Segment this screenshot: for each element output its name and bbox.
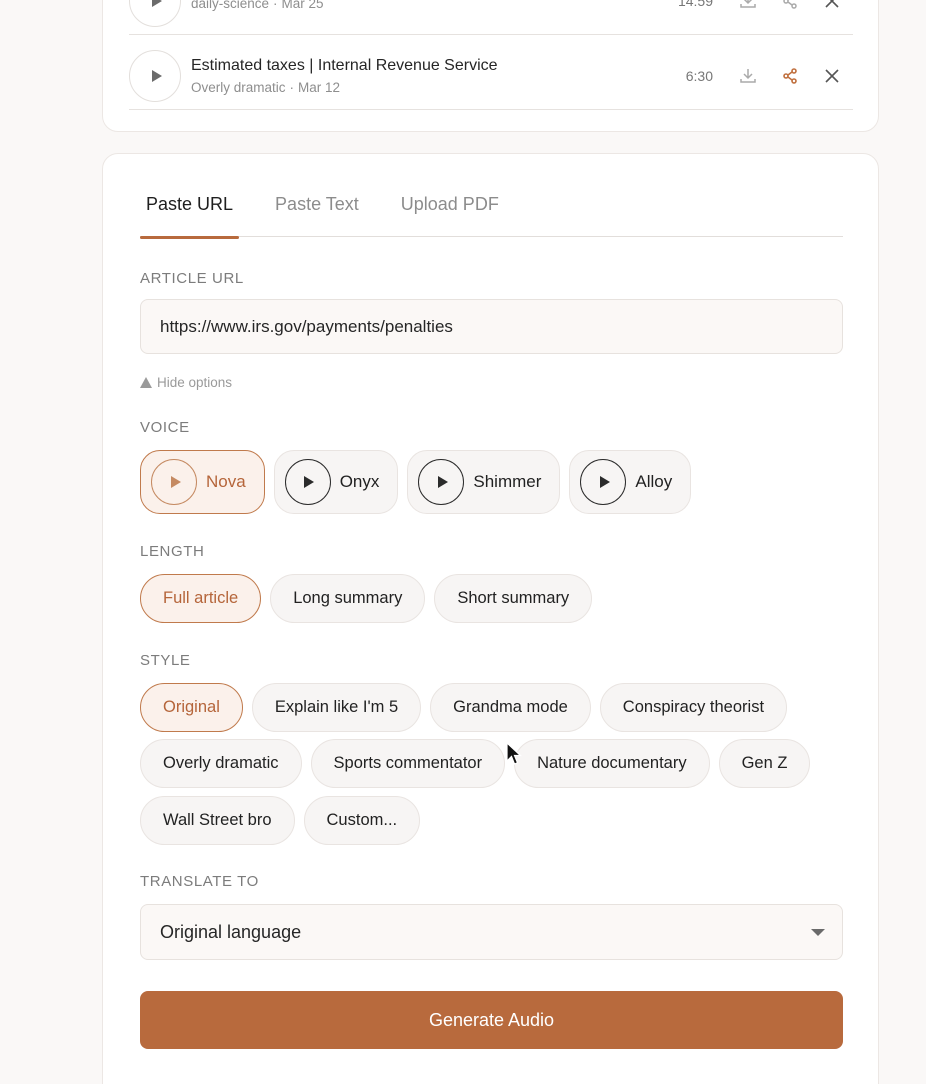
episode-title: Estimated taxes | Internal Revenue Servi… xyxy=(191,56,498,74)
article-url-input[interactable]: https://www.irs.gov/payments/penalties xyxy=(140,299,843,354)
style-label: STYLE xyxy=(140,652,191,669)
voice-name: Alloy xyxy=(635,472,673,491)
play-icon[interactable] xyxy=(580,459,627,505)
article-url-label: ARTICLE URL xyxy=(140,270,244,287)
voice-option-alloy[interactable]: Alloy xyxy=(569,450,692,514)
episode-date: Mar 25 xyxy=(281,0,324,11)
play-icon[interactable] xyxy=(151,459,197,505)
length-option-short-summary[interactable]: Short summary xyxy=(434,574,593,623)
voice-label: VOICE xyxy=(140,419,190,436)
episode-meta: daily-science · Mar 25 xyxy=(191,0,673,11)
style-option-conspiracy-theorist[interactable]: Conspiracy theorist xyxy=(599,683,788,732)
translate-label: TRANSLATE TO xyxy=(140,873,259,890)
episode-play-button[interactable] xyxy=(129,0,181,27)
voice-option-nova[interactable]: Nova xyxy=(140,450,265,514)
mouse-cursor-icon xyxy=(506,742,522,765)
tab-paste-url[interactable]: Paste URL xyxy=(140,182,240,239)
share-icon[interactable] xyxy=(775,61,805,91)
style-option-gen-z[interactable]: Gen Z xyxy=(718,739,811,788)
style-option-explain-like-5[interactable]: Explain like I'm 5 xyxy=(251,683,422,732)
style-option-original[interactable]: Original xyxy=(140,683,243,732)
style-options-row-3: Wall Street bro Custom... xyxy=(140,796,429,845)
episode-row: Estimated taxes | Internal Revenue Servi… xyxy=(129,42,853,110)
generate-audio-button[interactable]: Generate Audio xyxy=(140,991,843,1049)
length-option-full-article[interactable]: Full article xyxy=(140,574,262,623)
tab-paste-text[interactable]: Paste Text xyxy=(269,182,365,237)
play-icon xyxy=(151,69,162,82)
style-option-custom[interactable]: Custom... xyxy=(303,796,421,845)
translate-selected-value: Original language xyxy=(160,922,302,942)
episode-play-button[interactable] xyxy=(129,49,181,102)
play-icon[interactable] xyxy=(284,459,331,505)
voice-name: Onyx xyxy=(339,472,380,491)
style-option-nature-documentary[interactable]: Nature documentary xyxy=(514,739,710,788)
hide-options-toggle[interactable]: Hide options xyxy=(140,375,232,390)
episode-list-card: daily-science · Mar 25 14:59 Estimated tax… xyxy=(102,0,879,132)
voice-option-onyx[interactable]: Onyx xyxy=(273,450,399,514)
episode-row: daily-science · Mar 25 14:59 xyxy=(129,0,853,35)
episode-meta: Overly dramatic · Mar 12 xyxy=(191,79,341,95)
voice-name: Shimmer xyxy=(473,472,542,491)
style-option-wall-street-bro[interactable]: Wall Street bro xyxy=(140,796,295,845)
style-options-row-1: Original Explain like I'm 5 Grandma mode… xyxy=(140,683,796,732)
episode-date: Mar 12 xyxy=(298,79,341,95)
play-icon xyxy=(151,0,162,7)
length-options: Full article Long summary Short summary xyxy=(140,574,601,623)
input-tabs: Paste URL Paste Text Upload PDF xyxy=(140,182,843,239)
download-icon[interactable] xyxy=(733,61,763,91)
episode-source: daily-science xyxy=(191,0,270,11)
triangle-up-icon xyxy=(140,377,152,388)
style-option-sports-commentator[interactable]: Sports commentator xyxy=(310,739,506,788)
episode-duration: 6:30 xyxy=(685,67,713,84)
translate-select[interactable]: Original language xyxy=(140,904,843,960)
chevron-down-icon xyxy=(811,929,825,936)
play-icon[interactable] xyxy=(418,459,465,505)
generate-form-card: Paste URL Paste Text Upload PDF ARTICLE … xyxy=(102,153,879,1084)
close-icon[interactable] xyxy=(817,61,847,91)
close-icon[interactable] xyxy=(817,0,847,16)
length-label: LENGTH xyxy=(140,543,205,560)
style-options-row-2: Overly dramatic Sports commentator Natur… xyxy=(140,739,819,788)
style-option-grandma-mode[interactable]: Grandma mode xyxy=(430,683,591,732)
episode-source: Overly dramatic xyxy=(191,79,286,95)
style-option-overly-dramatic[interactable]: Overly dramatic xyxy=(140,739,302,788)
voice-options: Nova Onyx Shimmer Alloy xyxy=(140,450,700,514)
share-icon[interactable] xyxy=(775,0,805,16)
tab-upload-pdf[interactable]: Upload PDF xyxy=(395,182,505,237)
download-icon[interactable] xyxy=(733,0,763,16)
hide-options-label: Hide options xyxy=(157,375,233,390)
voice-name: Nova xyxy=(206,472,246,491)
voice-option-shimmer[interactable]: Shimmer xyxy=(407,450,561,514)
episode-duration: 14:59 xyxy=(677,0,713,9)
length-option-long-summary[interactable]: Long summary xyxy=(270,574,426,623)
